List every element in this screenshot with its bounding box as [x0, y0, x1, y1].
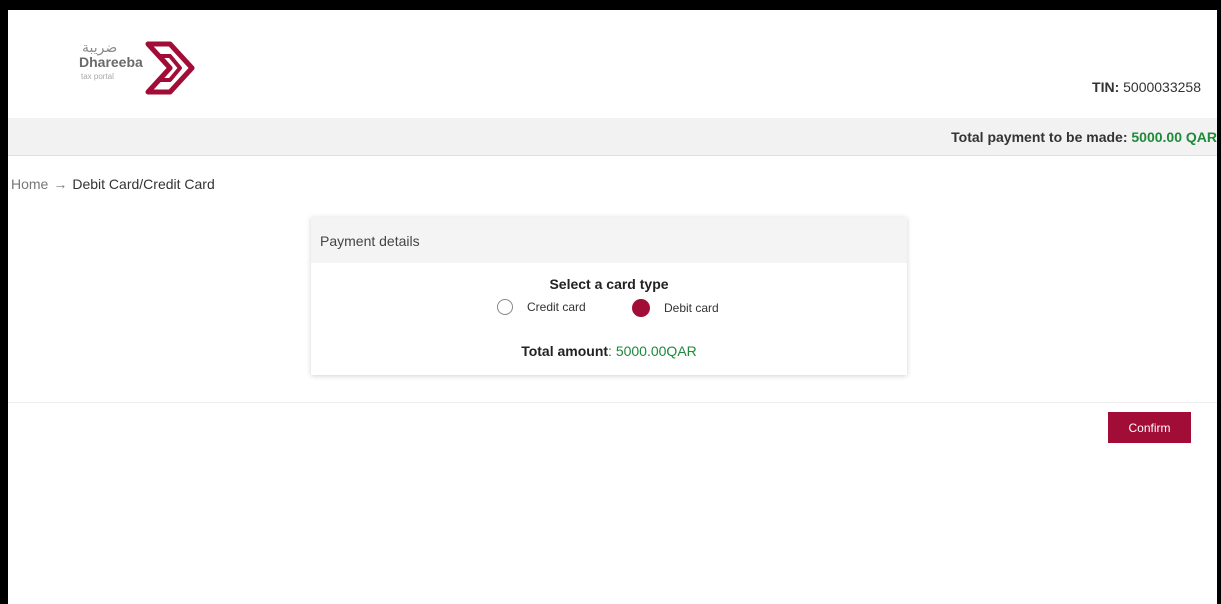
total-payment-text: Total payment to be made: 5000.00 QAR	[951, 129, 1217, 145]
total-payment-amount: 5000.00 QAR	[1131, 129, 1217, 145]
radio-unchecked-icon[interactable]	[497, 299, 513, 315]
tin-display: TIN: 5000033258	[1092, 79, 1201, 95]
radio-checked-icon[interactable]	[632, 299, 650, 317]
total-payment-bar: Total payment to be made: 5000.00 QAR	[8, 118, 1217, 156]
confirm-button[interactable]: Confirm	[1108, 412, 1191, 443]
card-type-radio-group: Credit card Debit card	[311, 299, 907, 323]
total-amount-label: Total amount	[521, 343, 609, 359]
credit-card-label: Credit card	[527, 300, 586, 314]
select-card-type-heading: Select a card type	[549, 276, 669, 292]
total-amount-separator: :	[608, 343, 612, 359]
card-header: Payment details	[311, 217, 907, 263]
breadcrumb-home-link[interactable]: Home	[11, 176, 48, 192]
debit-card-radio[interactable]: Debit card	[632, 299, 719, 317]
total-payment-label: Total payment to be made:	[951, 129, 1128, 145]
credit-card-radio[interactable]: Credit card	[497, 299, 586, 315]
tin-label: TIN:	[1092, 79, 1120, 95]
logo-name: Dhareeba	[79, 54, 143, 70]
logo-subtitle: tax portal	[81, 72, 114, 81]
card-title: Payment details	[320, 233, 420, 249]
tin-value: 5000033258	[1123, 79, 1201, 95]
dhareeba-chevron-icon	[145, 41, 195, 95]
breadcrumb: Home → Debit Card/Credit Card	[11, 176, 215, 192]
page: ضريبة Dhareeba tax portal TIN: 500003325…	[8, 10, 1217, 604]
debit-card-label: Debit card	[664, 301, 719, 315]
total-amount: Total amount: 5000.00QAR	[311, 343, 907, 359]
header: ضريبة Dhareeba tax portal TIN: 500003325…	[8, 10, 1217, 118]
arrow-right-icon: →	[53, 176, 68, 192]
total-amount-value: 5000.00QAR	[615, 343, 697, 359]
breadcrumb-current: Debit Card/Credit Card	[72, 176, 215, 192]
payment-details-card: Payment details Select a card type Credi…	[311, 217, 907, 375]
dhareeba-logo[interactable]: ضريبة Dhareeba tax portal	[74, 30, 214, 100]
divider	[8, 402, 1217, 403]
